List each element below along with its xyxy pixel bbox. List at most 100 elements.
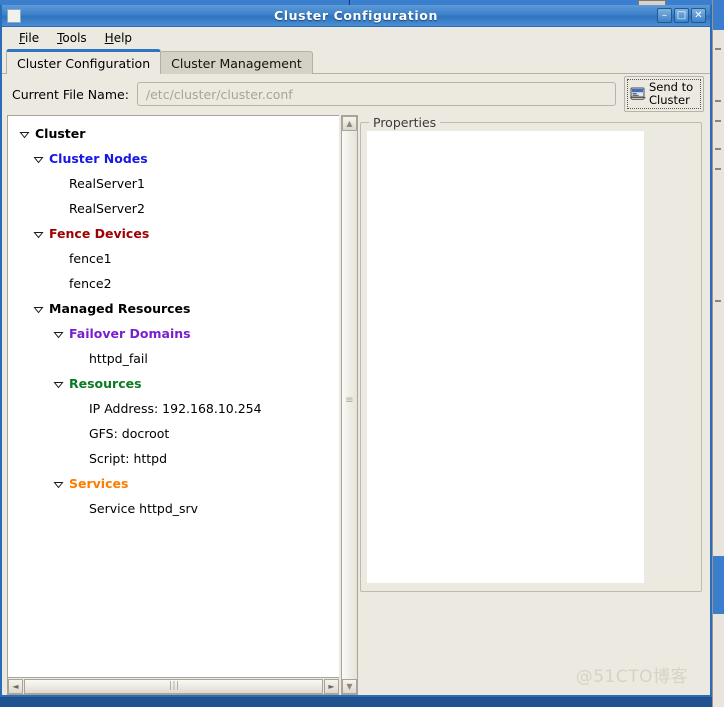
window-titlebar[interactable]: Cluster Configuration – □ ✕	[2, 5, 710, 27]
tree-pane: Cluster Cluster Nodes RealServer1 RealServe…	[2, 114, 339, 695]
tab-cluster-management[interactable]: Cluster Management	[160, 51, 313, 74]
tree-item-label: RealServer2	[69, 201, 145, 217]
tree-item-label: GFS: docroot	[89, 426, 170, 442]
tree-item[interactable]: fence1	[8, 247, 339, 272]
tree-item-label: Fence Devices	[49, 226, 150, 242]
tree-expander-collapse-icon[interactable]	[52, 378, 65, 391]
background-window-tick	[715, 168, 721, 170]
tab-cluster-configuration[interactable]: Cluster Configuration	[6, 49, 162, 74]
tree-item-label: Script: httpd	[89, 451, 168, 467]
tree-item-label: Services	[69, 476, 129, 492]
menu-help-rest: elp	[113, 31, 133, 45]
maximize-button[interactable]: □	[674, 8, 689, 23]
tree-item-label: Cluster Nodes	[49, 151, 148, 167]
tree-item[interactable]: IP Address: 192.168.10.254	[8, 397, 339, 422]
tree-item[interactable]: Script: httpd	[8, 447, 339, 472]
properties-content-area[interactable]	[367, 131, 644, 583]
menu-item-file[interactable]: File	[10, 29, 48, 47]
minimize-button[interactable]: –	[657, 8, 672, 23]
menubar: File Tools Help	[2, 27, 710, 49]
tree-item[interactable]: Failover Domains	[8, 322, 339, 347]
background-window-right-sliver	[712, 0, 724, 707]
tree-item[interactable]: Managed Resources	[8, 297, 339, 322]
tree-item[interactable]: RealServer2	[8, 197, 339, 222]
current-file-label: Current File Name:	[12, 86, 129, 102]
tree-item-label: Resources	[69, 376, 142, 392]
tree-expander-collapse-icon[interactable]	[52, 328, 65, 341]
scroll-thumb-grip-icon: ∣∣∣	[168, 681, 179, 691]
close-button[interactable]: ✕	[691, 8, 706, 23]
tree-expander-collapse-icon[interactable]	[18, 128, 31, 141]
current-file-row: Current File Name: /etc/cluster/cluster.…	[2, 74, 710, 114]
vertical-scroll-track[interactable]: ≡	[342, 131, 357, 679]
cluster-configuration-window: Cluster Configuration – □ ✕ File Tools H…	[0, 5, 712, 697]
cluster-tree-container[interactable]: Cluster Cluster Nodes RealServer1 RealServe…	[7, 115, 339, 678]
tree-item-label: RealServer1	[69, 176, 145, 192]
tree-expander-collapse-icon[interactable]	[32, 228, 45, 241]
tree-horizontal-scrollbar[interactable]: ◄ ∣∣∣ ►	[7, 678, 339, 695]
tree-item[interactable]: RealServer1	[8, 172, 339, 197]
send-to-cluster-button[interactable]: Send to Cluster	[624, 76, 704, 112]
properties-filler	[360, 592, 702, 695]
current-file-input[interactable]: /etc/cluster/cluster.conf	[136, 82, 616, 106]
tree-vertical-scrollbar[interactable]: ▲ ≡ ▼	[339, 114, 360, 695]
tree-item[interactable]: Resources	[8, 372, 339, 397]
window-controls: – □ ✕	[657, 8, 706, 23]
cluster-tree: Cluster Cluster Nodes RealServer1 RealServe…	[8, 116, 339, 522]
tree-item-label: IP Address: 192.168.10.254	[89, 401, 262, 417]
properties-legend: Properties	[369, 115, 441, 130]
background-window-tick	[715, 148, 721, 150]
tree-item-label: Managed Resources	[49, 301, 191, 317]
properties-pane: Properties	[360, 114, 710, 695]
tree-item[interactable]: Cluster Nodes	[8, 147, 339, 172]
tree-item[interactable]: Fence Devices	[8, 222, 339, 247]
background-window-accent-top	[713, 0, 724, 30]
scroll-right-arrow-icon[interactable]: ►	[324, 678, 339, 694]
send-to-cluster-line1: Send to	[649, 80, 694, 94]
tree-item-label: Cluster	[35, 126, 86, 142]
properties-group-box: Properties	[360, 115, 702, 592]
menu-item-help[interactable]: Help	[96, 29, 141, 47]
tree-item[interactable]: Services	[8, 472, 339, 497]
menu-file-rest: ile	[25, 31, 40, 45]
tree-item[interactable]: GFS: docroot	[8, 422, 339, 447]
scroll-up-arrow-icon[interactable]: ▲	[342, 116, 357, 131]
tree-expander-collapse-icon[interactable]	[32, 303, 45, 316]
horizontal-scroll-thumb[interactable]: ∣∣∣	[24, 678, 323, 694]
tree-expander-collapse-icon[interactable]	[32, 153, 45, 166]
tree-item-label: fence1	[69, 251, 112, 267]
send-to-cluster-icon	[629, 86, 646, 103]
tree-item-label: Failover Domains	[69, 326, 191, 342]
background-window-tick	[715, 48, 721, 50]
tree-item[interactable]: httpd_fail	[8, 347, 339, 372]
tree-item[interactable]: Service httpd_srv	[8, 497, 339, 522]
scroll-left-arrow-icon[interactable]: ◄	[8, 678, 23, 694]
vertical-scrollbar-track-container[interactable]: ▲ ≡ ▼	[341, 115, 358, 695]
splitter-grip-icon[interactable]: ≡	[344, 396, 355, 410]
scroll-down-arrow-icon[interactable]: ▼	[342, 679, 357, 694]
menu-help-mnemonic: H	[104, 31, 114, 45]
tree-item-label: fence2	[69, 276, 112, 292]
main-content-area: Cluster Cluster Nodes RealServer1 RealServe…	[2, 114, 710, 695]
send-to-cluster-line2: Cluster	[649, 93, 690, 107]
background-window-tick	[715, 300, 721, 302]
desktop-background: J Cluster Configuration – □ ✕ File Tools…	[0, 0, 724, 707]
menu-item-tools[interactable]: Tools	[48, 29, 96, 47]
tab-bar: Cluster Configuration Cluster Management	[2, 49, 710, 74]
send-to-cluster-label: Send to Cluster	[649, 81, 693, 107]
tree-item[interactable]: fence2	[8, 272, 339, 297]
window-title: Cluster Configuration	[274, 8, 438, 23]
background-window-accent-bottom	[713, 556, 724, 614]
tree-item[interactable]: Cluster	[8, 122, 339, 147]
window-menu-icon[interactable]	[7, 8, 21, 23]
tree-expander-collapse-icon[interactable]	[52, 478, 65, 491]
